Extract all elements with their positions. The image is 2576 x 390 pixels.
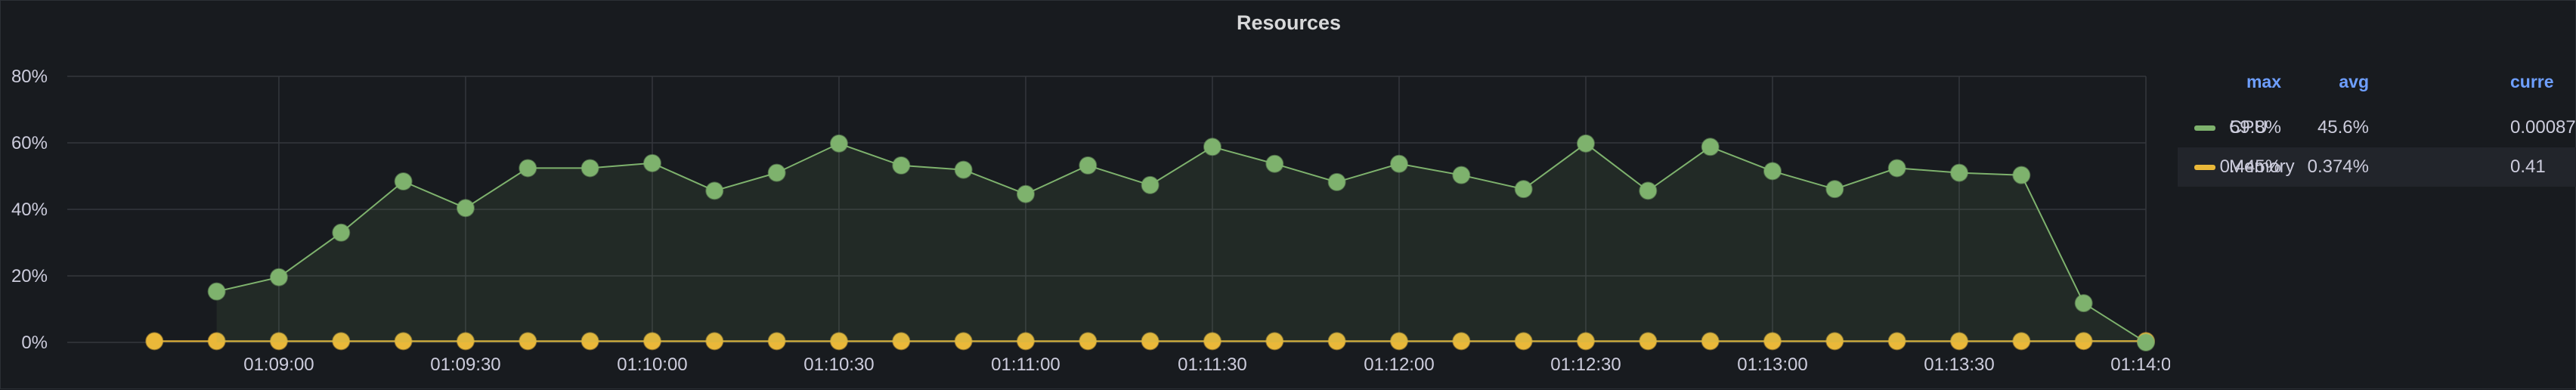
x-tick-label: 01:13:00	[1737, 354, 1807, 375]
x-tick-label: 01:09:30	[430, 354, 500, 375]
data-point-cpu	[1204, 138, 1221, 155]
data-point-cpu	[831, 135, 847, 152]
legend-row-cpu[interactable]: CPU 59.8% 45.6% 0.00087	[2178, 108, 2576, 147]
legend-current-memory: 0.41	[2510, 156, 2546, 178]
legend-header-current[interactable]: curre	[2510, 72, 2554, 92]
y-tick-label: 40%	[11, 200, 48, 220]
legend-header-avg[interactable]: avg	[2286, 72, 2369, 92]
y-tick-label: 0%	[21, 333, 48, 353]
series-area-cpu	[217, 144, 2146, 342]
data-point-cpu	[333, 224, 349, 241]
y-tick-label: 80%	[11, 67, 48, 87]
data-point-cpu	[1453, 167, 1469, 184]
data-point-cpu	[644, 155, 661, 172]
x-tick-label: 01:14:00	[2110, 354, 2170, 375]
data-point-cpu	[582, 159, 599, 176]
x-tick-label: 01:12:00	[1364, 354, 1434, 375]
legend-header: max avg curre	[2178, 69, 2576, 108]
legend-clip: max avg curre CPU 59.8% 45.6% 0.00087 Me…	[2178, 69, 2576, 220]
data-point-cpu	[1516, 181, 1532, 197]
x-tick-label: 01:12:30	[1550, 354, 1621, 375]
data-point-cpu	[1577, 135, 1594, 152]
x-tick-label: 01:13:30	[1924, 354, 1994, 375]
data-point-cpu	[893, 157, 909, 174]
data-point-cpu	[1017, 186, 1034, 203]
data-point-cpu	[2013, 167, 2030, 184]
x-tick-label: 01:11:00	[991, 354, 1060, 375]
legend-avg-memory: 0.374%	[2286, 156, 2369, 178]
data-point-cpu	[271, 269, 287, 286]
data-point-cpu	[1391, 156, 1407, 172]
legend-max-cpu: 59.8%	[2198, 117, 2281, 138]
data-point-cpu	[519, 159, 536, 176]
legend-row-memory[interactable]: Memory 0.445% 0.374% 0.41	[2178, 147, 2576, 187]
data-point-cpu	[2076, 295, 2092, 311]
data-point-cpu	[1079, 157, 1096, 174]
legend-current-cpu: 0.00087	[2510, 117, 2576, 138]
data-point-cpu	[1639, 182, 1656, 199]
chart-series	[146, 135, 2154, 351]
legend-avg-cpu: 45.6%	[2286, 117, 2369, 138]
y-tick-label: 60%	[11, 133, 48, 153]
x-tick-label: 01:10:00	[617, 354, 687, 375]
data-point-cpu	[1889, 159, 1906, 176]
x-tick-label: 01:11:30	[1178, 354, 1247, 375]
data-point-cpu	[1266, 156, 1283, 172]
data-point-cpu	[457, 200, 474, 216]
resources-panel: Resources 0%20%40%60%80% 01:09:0001:09:3…	[0, 0, 2576, 389]
data-point-cpu	[1142, 177, 1159, 193]
data-point-memory	[146, 333, 163, 349]
data-point-cpu	[395, 173, 412, 190]
y-tick-label: 20%	[11, 266, 48, 286]
data-point-cpu	[955, 162, 972, 178]
x-tick-label: 01:10:30	[803, 354, 874, 375]
data-point-cpu	[1764, 162, 1781, 179]
data-point-cpu	[1329, 174, 1345, 190]
data-point-cpu	[1951, 165, 1968, 181]
data-point-cpu	[209, 283, 225, 300]
resources-chart[interactable]: 0%20%40%60%80% 01:09:0001:09:3001:10:000…	[1, 1, 2170, 390]
data-point-cpu	[2138, 334, 2154, 351]
x-axis-labels: 01:09:00 01:09:30 01:10:00 01:10:30 01:11:00…	[243, 354, 2170, 375]
data-point-cpu	[706, 182, 723, 199]
data-point-cpu	[769, 165, 785, 181]
data-point-cpu	[1702, 138, 1719, 155]
data-point-cpu	[1826, 181, 1843, 197]
legend-max-memory: 0.445%	[2198, 156, 2281, 178]
x-tick-label: 01:09:00	[243, 354, 314, 375]
legend-header-max[interactable]: max	[2198, 72, 2281, 92]
y-axis-labels: 0% 20% 40% 60% 80%	[11, 67, 48, 353]
